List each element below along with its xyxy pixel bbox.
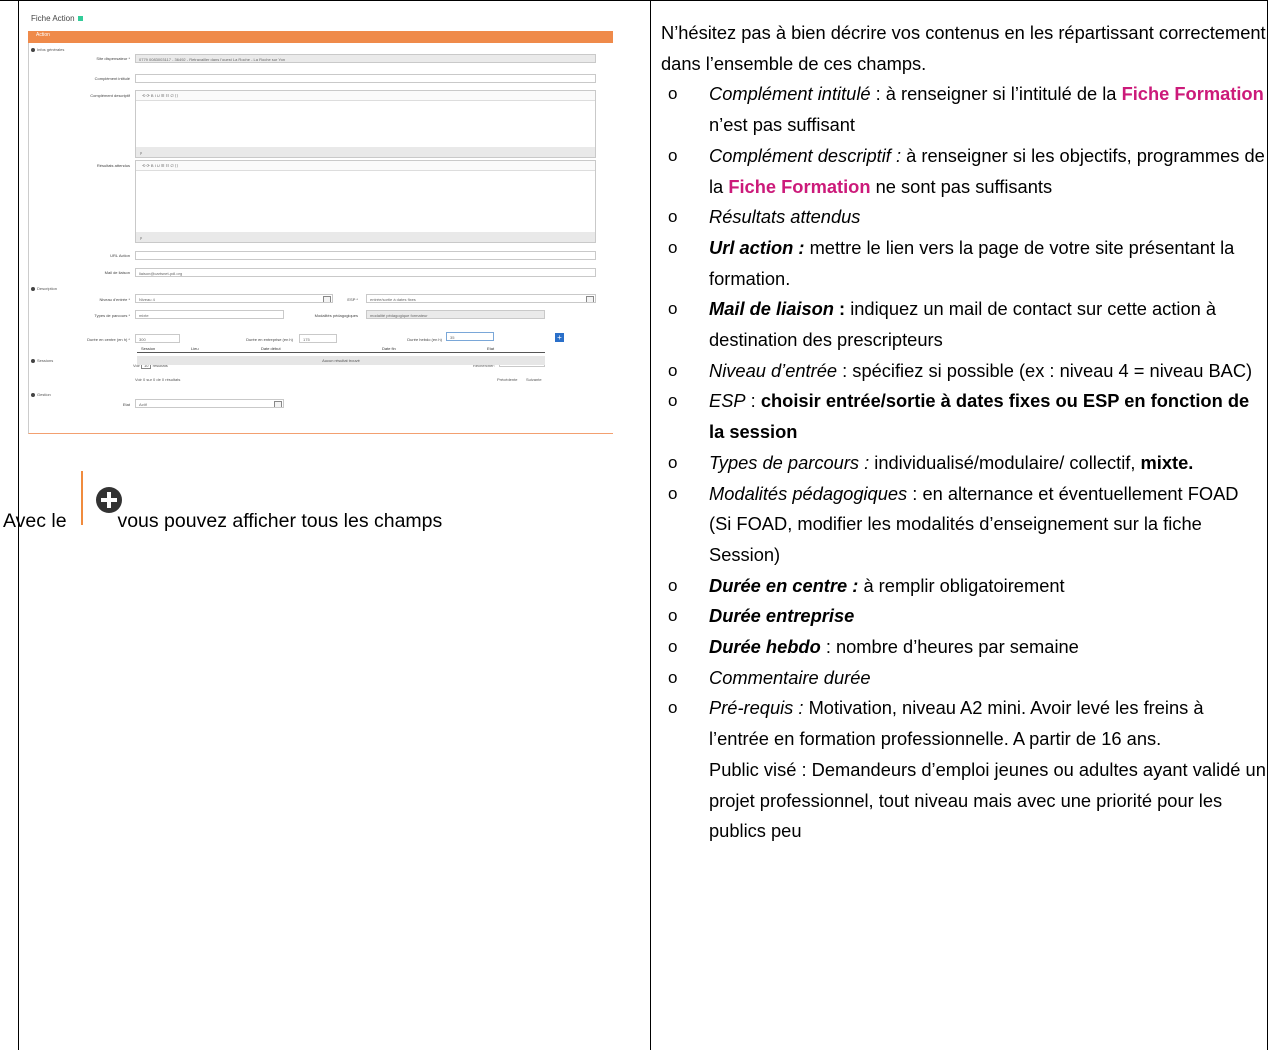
editor-footer: p: [136, 232, 595, 242]
action-header-bar: Action: [28, 31, 613, 43]
list-item: Url action : mettre le lien vers la page…: [661, 233, 1266, 294]
caption-before: Avec le: [3, 510, 67, 532]
duree-hebdo-label: Durée hebdo (en h): [407, 337, 442, 342]
etat-select[interactable]: Actif: [135, 399, 284, 408]
niveau-entree-label: Niveau d'entrée *: [99, 297, 130, 302]
resultats-attendus-label: Résultats attendus: [96, 163, 130, 168]
list-item: Mail de liaison : indiquez un mail de co…: [661, 294, 1266, 355]
col-lieu[interactable]: Lieu: [191, 346, 199, 351]
duree-entreprise-field[interactable]: 175: [299, 334, 337, 343]
section-infos-generales[interactable]: Infos générales: [31, 47, 64, 52]
sessions-table-header: Session Lieu Date début Date fin Etat: [137, 345, 545, 353]
editor-toolbar[interactable]: ⟲ ⟳ B I U ☰ ☷ ∅ ⟨⟩: [136, 91, 595, 101]
caption-after: vous pouvez afficher tous les champs: [117, 510, 443, 532]
list-item: Commentaire durée: [661, 663, 1266, 694]
modalites-field[interactable]: modalité pédagogique formateur: [366, 310, 545, 319]
intro-text: N’hésitez pas à bien décrire vos contenu…: [661, 22, 1266, 74]
sessions-empty-row: Aucun résultat trouvé: [137, 356, 545, 365]
types-parcours-field[interactable]: mixte: [135, 310, 284, 319]
section-description[interactable]: Description: [31, 286, 57, 291]
complement-intitule-label: Complément intitulé: [94, 76, 130, 81]
add-session-plus-icon[interactable]: +: [555, 333, 564, 342]
fiche-action-screenshot: Fiche Action Action Infos générales Site…: [28, 14, 613, 434]
table-info: Voir 0 sur 0 de 0 résultats: [135, 377, 181, 382]
complement-descriptif-editor[interactable]: ⟲ ⟳ B I U ☰ ☷ ∅ ⟨⟩ p: [135, 90, 596, 158]
expand-icon-group: [72, 470, 123, 533]
col-session[interactable]: Session: [141, 346, 155, 351]
editor-toolbar[interactable]: ⟲ ⟳ B I U ☰ ☷ ∅ ⟨⟩: [136, 161, 595, 171]
list-item: Résultats attendus: [661, 202, 1266, 233]
action-form-panel: Infos générales Site dispensateur * 0779…: [28, 43, 613, 434]
field-instructions: N’hésitez pas à bien décrire vos contenu…: [661, 18, 1266, 847]
mail-liaison-field[interactable]: liaison@cartsnet-pdl.org: [135, 268, 596, 277]
section-gestion[interactable]: Gestion: [31, 392, 51, 397]
table-border-right: [1267, 0, 1268, 1050]
status-square-icon: [77, 16, 83, 22]
prev-page-link[interactable]: Précédente: [497, 377, 517, 382]
list-item: Modalités pédagogiques : en alternance e…: [661, 479, 1266, 571]
types-parcours-label: Types de parcours *: [94, 313, 130, 318]
list-item: Complément descriptif : à renseigner si …: [661, 141, 1266, 202]
complement-descriptif-label: Complément descriptif: [90, 93, 130, 98]
duree-hebdo-field[interactable]: 35: [446, 332, 494, 341]
duree-centre-label: Durée en centre (en h) *: [87, 337, 130, 342]
orange-divider-icon: [81, 470, 84, 525]
caption-text: Avec le vous pouvez afficher tous les ch…: [3, 470, 443, 533]
list-item: Pré-requis : Motivation, niveau A2 mini.…: [661, 693, 1266, 847]
col-etat[interactable]: Etat: [487, 346, 494, 351]
list-item: Durée en centre : à remplir obligatoirem…: [661, 571, 1266, 602]
modalites-label: Modalités pédagogiques: [314, 313, 358, 318]
editor-footer: p: [136, 147, 595, 157]
esp-select[interactable]: entrée/sortie à dates fixes: [366, 294, 596, 303]
col-date-fin[interactable]: Date fin: [382, 346, 396, 351]
list-item: Complément intitulé : à renseigner si l’…: [661, 79, 1266, 140]
instructions-list: Complément intitulé : à renseigner si l’…: [661, 79, 1266, 847]
complement-intitule-field[interactable]: [135, 74, 596, 83]
url-action-field[interactable]: [135, 251, 596, 260]
site-field[interactable]: 0779 0083003117 - 36492 - Retravailler d…: [135, 54, 596, 63]
resultats-attendus-editor[interactable]: ⟲ ⟳ B I U ☰ ☷ ∅ ⟨⟩ p: [135, 160, 596, 243]
esp-label: ESP *: [347, 297, 358, 302]
site-label: Site dispensateur *: [96, 56, 130, 61]
etat-label: Etat: [122, 402, 130, 407]
plus-circle-icon: [96, 486, 123, 513]
col-date-debut[interactable]: Date début: [261, 346, 281, 351]
niveau-entree-select[interactable]: Niveau 4: [135, 294, 333, 303]
table-column-divider: [650, 0, 651, 1050]
url-action-label: URL Action: [110, 253, 130, 258]
list-item: Durée entreprise: [661, 601, 1266, 632]
mail-liaison-label: Mail de liaison: [104, 270, 130, 275]
list-item: Types de parcours : individualisé/modula…: [661, 448, 1266, 479]
duree-entreprise-label: Durée en entreprise (en h): [246, 337, 293, 342]
list-item: Niveau d’entrée : spécifiez si possible …: [661, 356, 1266, 387]
duree-centre-field[interactable]: 300: [135, 334, 180, 343]
section-sessions[interactable]: Sessions: [31, 358, 53, 363]
next-page-link[interactable]: Suivante: [526, 377, 542, 382]
fiche-action-title: Fiche Action: [31, 14, 83, 23]
list-item: ESP : choisir entrée/sortie à dates fixe…: [661, 386, 1266, 447]
list-item: Durée hebdo : nombre d’heures par semain…: [661, 632, 1266, 663]
